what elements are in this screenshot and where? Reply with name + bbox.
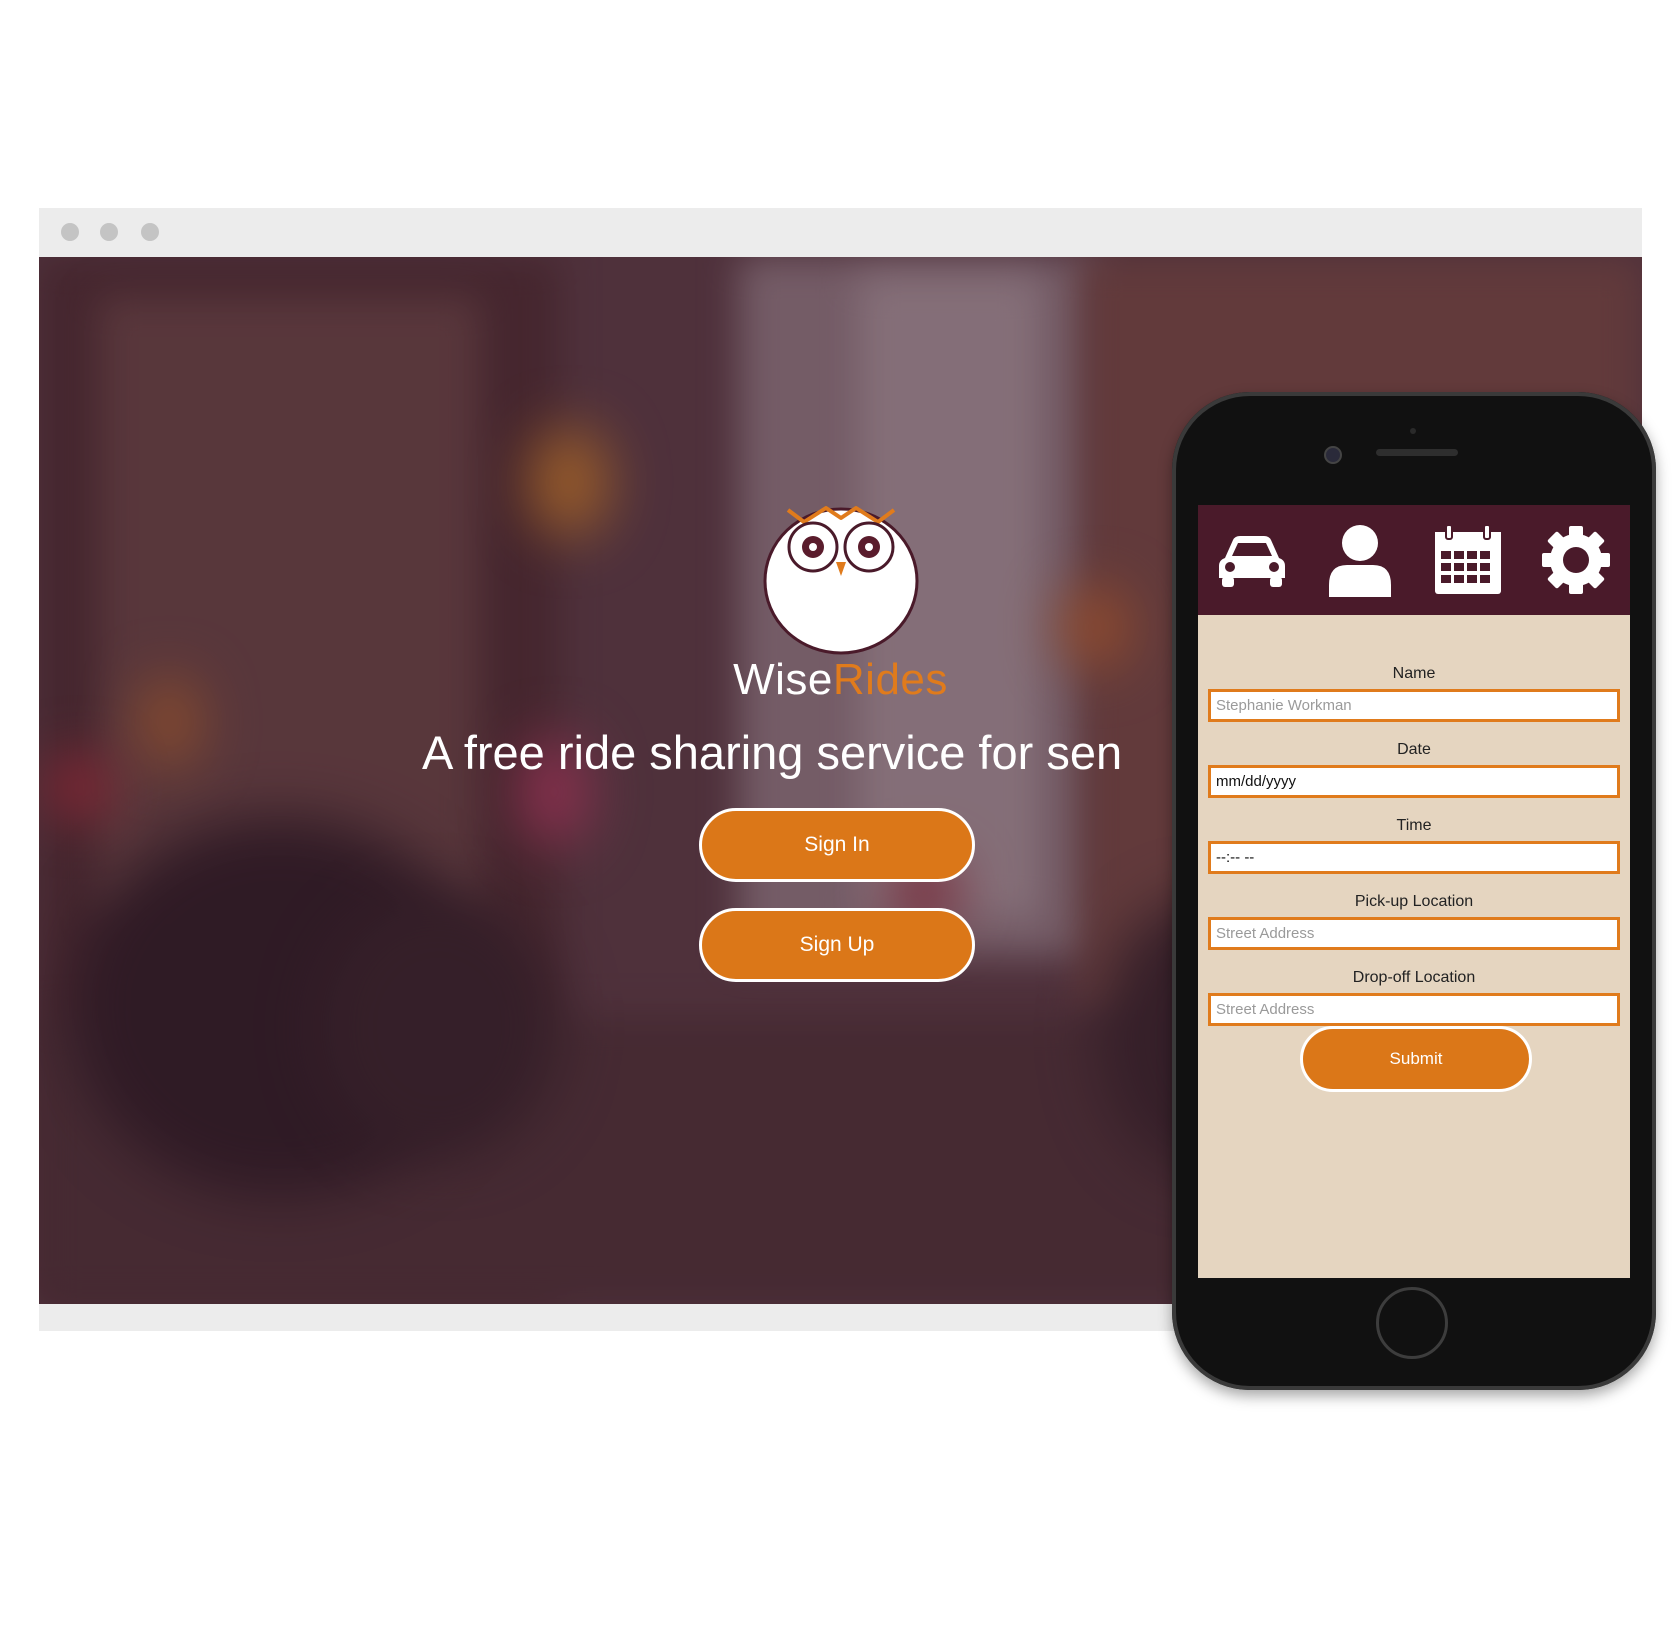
- pickup-location-label: Pick-up Location: [1354, 893, 1474, 910]
- phone-mockup: Name Date Time Pick-up Location Drop-off…: [1172, 392, 1656, 1390]
- dropoff-location-label: Drop-off Location: [1352, 969, 1476, 986]
- window-dot-maximize[interactable]: [141, 223, 159, 241]
- submit-button[interactable]: Submit: [1300, 1026, 1532, 1092]
- gear-icon[interactable]: [1538, 522, 1614, 598]
- date-field[interactable]: [1208, 765, 1620, 798]
- name-label: Name: [1392, 665, 1436, 682]
- user-icon[interactable]: [1322, 522, 1398, 598]
- owl-logo-icon: [763, 506, 919, 655]
- sign-up-button[interactable]: Sign Up: [699, 908, 975, 982]
- phone-camera: [1324, 446, 1342, 464]
- brand-name-part1: Wise: [733, 655, 833, 704]
- app-nav-bar: [1198, 505, 1630, 615]
- time-label: Time: [1396, 817, 1432, 834]
- dropoff-location-field[interactable]: [1208, 993, 1620, 1026]
- phone-home-button[interactable]: [1376, 1287, 1448, 1359]
- window-dot-close[interactable]: [61, 223, 79, 241]
- car-icon[interactable]: [1214, 522, 1290, 598]
- name-field[interactable]: [1208, 689, 1620, 722]
- browser-title-bar: [39, 208, 1642, 257]
- pickup-location-field[interactable]: [1208, 917, 1620, 950]
- phone-sensor: [1410, 428, 1416, 434]
- app-screen: Name Date Time Pick-up Location Drop-off…: [1198, 505, 1630, 1278]
- phone-speaker: [1376, 449, 1458, 456]
- calendar-icon[interactable]: [1430, 522, 1506, 598]
- time-field[interactable]: [1208, 841, 1620, 874]
- date-label: Date: [1397, 741, 1431, 758]
- brand-name-part2: Rides: [832, 655, 948, 704]
- window-dot-minimize[interactable]: [100, 223, 118, 241]
- tagline: A free ride sharing service for sen: [422, 726, 1123, 779]
- ride-request-form: Name Date Time Pick-up Location Drop-off…: [1198, 663, 1630, 1043]
- sign-in-button[interactable]: Sign In: [699, 808, 975, 882]
